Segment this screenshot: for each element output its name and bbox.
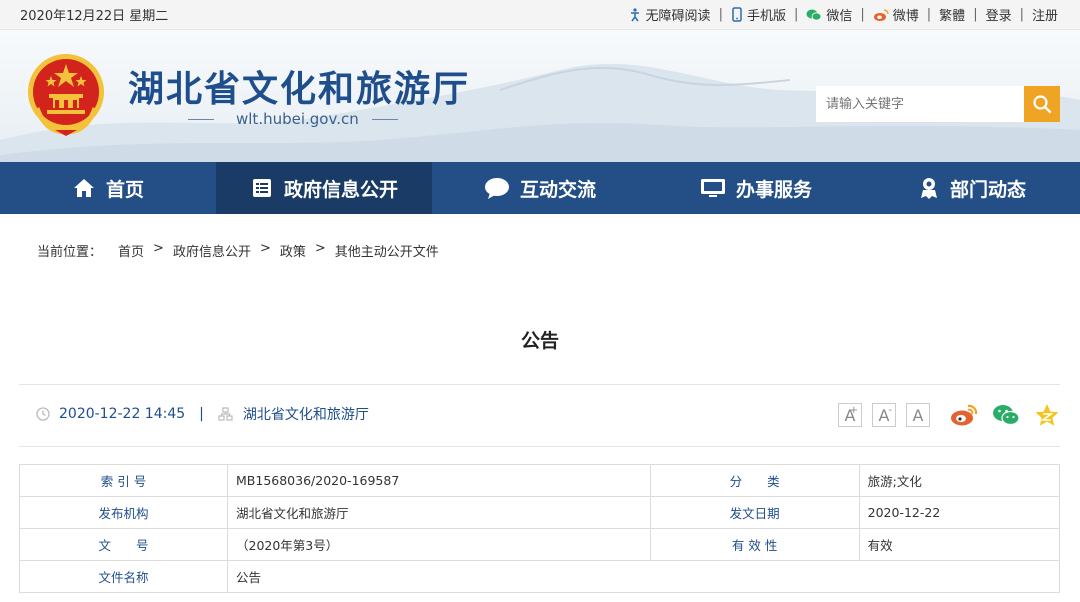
- accessibility-link[interactable]: 无障碍阅读: [620, 5, 719, 24]
- mobile-link[interactable]: 手机版: [723, 5, 794, 24]
- meta-divider: |: [199, 406, 204, 422]
- url-divider-right: [372, 119, 398, 120]
- document-list-icon: [252, 179, 271, 197]
- font-decrease-button[interactable]: A-: [872, 403, 896, 427]
- nav-item-dept-news[interactable]: 部门动态: [864, 162, 1080, 214]
- issue-date-key: 发文日期: [649, 496, 860, 529]
- issue-date-value: 2020-12-22: [858, 496, 1061, 529]
- document-number-key: 文 号: [19, 528, 228, 561]
- top-links: 无障碍阅读 | 手机版 | 微信 | 微博 | 繁體 | 登录 | 注册: [620, 5, 1058, 24]
- breadcrumb-item-policy[interactable]: 政策: [280, 241, 306, 260]
- nav-item-label: 首页: [105, 178, 144, 201]
- search-button[interactable]: [1024, 86, 1060, 122]
- national-emblem-logo: [28, 54, 104, 136]
- breadcrumb-item-home[interactable]: 首页: [118, 241, 144, 260]
- search-box: [816, 86, 1060, 122]
- nav-item-gov-info[interactable]: 政府信息公开: [216, 162, 432, 214]
- nav-item-label: 办事服务: [735, 178, 812, 201]
- clock-icon: [36, 407, 50, 421]
- search-icon: [1033, 95, 1052, 114]
- accessibility-label: 无障碍阅读: [645, 9, 711, 24]
- breadcrumb-separator: >: [153, 241, 164, 256]
- breadcrumb-separator: >: [259, 241, 271, 256]
- mobile-label: 手机版: [746, 9, 786, 24]
- validity-value: 有效: [858, 528, 1061, 561]
- breadcrumb-separator: >: [314, 241, 326, 256]
- wechat-link[interactable]: 微信: [798, 5, 860, 24]
- index-number-key: 索 引 号: [19, 464, 228, 497]
- publish-source: 湖北省文化和旅游厅: [242, 407, 369, 423]
- document-info-table: 索 引 号 MB1568036/2020-169587 分 类 旅游;文化 发布…: [19, 464, 1061, 593]
- mobile-icon: [732, 7, 742, 22]
- search-input[interactable]: [816, 86, 1024, 122]
- issuing-agency-key: 发布机构: [19, 496, 228, 529]
- person-badge-icon: [920, 178, 937, 199]
- table-row: 发布机构 湖北省文化和旅游厅 发文日期 2020-12-22: [19, 496, 1061, 529]
- title-divider: [19, 384, 1060, 385]
- site-url: wlt.hubei.gov.cn: [236, 110, 359, 128]
- current-date: 2020年12月22日 星期二: [20, 9, 169, 24]
- nav-item-services[interactable]: 办事服务: [648, 162, 864, 214]
- document-name-key: 文件名称: [19, 560, 228, 593]
- share-weibo-button[interactable]: [950, 403, 978, 427]
- traditional-chinese-link[interactable]: 繁體: [931, 5, 973, 24]
- star-icon: [1035, 404, 1059, 426]
- register-label: 注册: [1031, 9, 1058, 24]
- favorite-button[interactable]: [1034, 403, 1060, 427]
- index-number-value: MB1568036/2020-169587: [227, 464, 651, 497]
- share-wechat-button[interactable]: [992, 403, 1020, 427]
- issuing-agency-value: 湖北省文化和旅游厅: [227, 496, 651, 529]
- table-row: 文 号 （2020年第3号） 有 效 性 有效: [19, 528, 1061, 561]
- nav-item-label: 部门动态: [949, 178, 1026, 201]
- font-reset-button[interactable]: A: [906, 403, 930, 427]
- accessibility-icon: [630, 7, 639, 21]
- nav-item-interaction[interactable]: 互动交流: [432, 162, 648, 214]
- weibo-icon: [873, 8, 889, 21]
- table-row: 文件名称 公告: [19, 560, 1060, 593]
- monitor-icon: [700, 179, 725, 197]
- nav-item-home[interactable]: 首页: [0, 162, 216, 214]
- wechat-icon: [806, 9, 822, 21]
- site-header: 湖北省文化和旅游厅 wlt.hubei.gov.cn: [0, 30, 1080, 162]
- publish-datetime: 2020-12-22 14:45: [59, 406, 186, 422]
- top-bar: 2020年12月22日 星期二 无障碍阅读 | 手机版 | 微信 | 微博 | …: [0, 0, 1080, 30]
- breadcrumb-prefix: 当前位置：: [37, 245, 103, 260]
- category-key: 分 类: [649, 464, 860, 497]
- home-icon: [73, 179, 94, 197]
- main-nav: 首页 政府信息公开 互动交流 办事服务 部门动态: [0, 162, 1080, 214]
- chat-bubble-icon: [484, 178, 509, 199]
- nav-item-label: 政府信息公开: [283, 178, 398, 201]
- site-title: 湖北省文化和旅游厅: [128, 69, 471, 110]
- breadcrumb: 当前位置： 首页 > 政府信息公开 > 政策 > 其他主动公开文件: [37, 241, 448, 260]
- article-meta: 2020-12-22 14:45 | 湖北省文化和旅游厅: [36, 404, 369, 424]
- weibo-label: 微博: [892, 9, 919, 24]
- wechat-icon: [993, 405, 1020, 426]
- page-title: 公告: [520, 330, 559, 352]
- register-link[interactable]: 注册: [1024, 5, 1058, 24]
- document-number-value: （2020年第3号）: [227, 528, 651, 561]
- url-divider-left: [188, 119, 214, 120]
- validity-key: 有 效 性: [649, 528, 860, 561]
- weibo-link[interactable]: 微博: [865, 5, 927, 24]
- breadcrumb-item-gov-info[interactable]: 政府信息公开: [173, 241, 251, 260]
- table-row: 索 引 号 MB1568036/2020-169587 分 类 旅游;文化: [19, 464, 1061, 497]
- wechat-label: 微信: [826, 9, 853, 24]
- document-name-value: 公告: [227, 560, 1060, 593]
- weibo-icon: [951, 404, 978, 426]
- login-link[interactable]: 登录: [978, 5, 1020, 24]
- nav-item-label: 互动交流: [519, 178, 596, 201]
- font-increase-button[interactable]: A +: [838, 403, 862, 427]
- traditional-chinese-label: 繁體: [939, 9, 966, 24]
- category-value: 旅游;文化: [858, 464, 1061, 497]
- breadcrumb-item-other-files[interactable]: 其他主动公开文件: [335, 241, 439, 260]
- organization-icon: [218, 407, 233, 421]
- meta-divider-line: [19, 446, 1060, 447]
- article-tools: A + A- A: [828, 403, 1060, 427]
- login-label: 登录: [985, 9, 1012, 24]
